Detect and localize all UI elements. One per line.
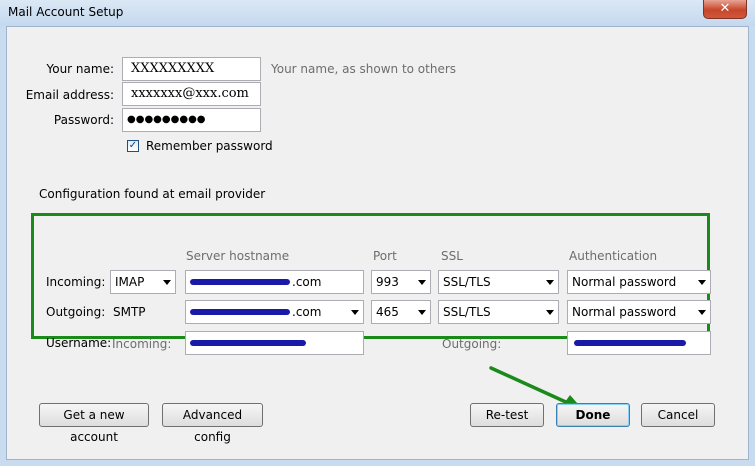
cancel-button[interactable]: Cancel — [641, 403, 715, 427]
advanced-config-button[interactable]: Advanced config — [162, 403, 263, 444]
retest-button[interactable]: Re-test — [470, 403, 544, 427]
done-button[interactable]: Done — [556, 403, 630, 427]
annotation-arrow — [489, 366, 585, 412]
get-new-account-button[interactable]: Get a new account — [39, 403, 149, 444]
